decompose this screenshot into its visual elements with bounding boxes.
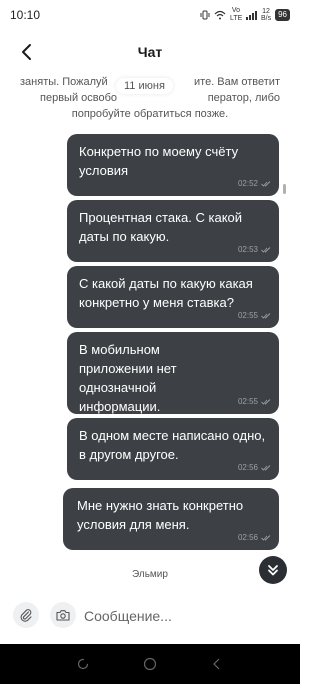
double-check-icon — [261, 246, 271, 253]
system-line-2: первый освобо — [40, 92, 118, 104]
date-divider: 11 июня — [116, 78, 173, 94]
back-button[interactable] — [14, 40, 38, 64]
battery-icon: 96 — [275, 9, 290, 21]
nav-recents-button[interactable] — [207, 654, 227, 674]
message-meta: 02:56 — [238, 458, 271, 477]
message-meta: 02:56 — [238, 528, 271, 547]
double-check-icon — [261, 398, 271, 405]
message-bubble[interactable]: В мобильном приложении нет однозначной и… — [67, 332, 279, 414]
message-meta: 02:53 — [238, 240, 271, 259]
message-time: 02:55 — [237, 311, 258, 320]
message-time: 02:52 — [237, 179, 258, 188]
message-bubble[interactable]: Мне нужно знать конкретно условия для ме… — [63, 488, 279, 550]
wifi-icon — [214, 10, 226, 20]
app-header: Чат — [0, 30, 300, 74]
status-time: 10:10 — [10, 8, 41, 22]
message-bubble[interactable]: В одном месте написано одно, в другом др… — [67, 418, 279, 480]
camera-button[interactable] — [50, 602, 76, 628]
message-meta: 02:52 — [238, 174, 271, 193]
message-input[interactable] — [84, 602, 284, 630]
double-check-icon — [261, 312, 271, 319]
speed-value: 12 — [262, 8, 270, 15]
nav-back-button[interactable] — [73, 654, 93, 674]
nav-home-button[interactable] — [140, 654, 160, 674]
message-bubble[interactable]: С какой даты по какую какая конкретно у … — [67, 266, 279, 328]
scroll-to-bottom-button[interactable] — [259, 556, 287, 584]
vibrate-icon — [200, 10, 210, 20]
speed-unit: B/s — [260, 15, 272, 22]
nav-recents-icon — [212, 658, 220, 670]
system-line-2-end: ператор, либо — [207, 92, 280, 104]
message-time: 02:53 — [237, 245, 258, 254]
system-nav-bar — [0, 644, 300, 684]
sender-name: Эльмир — [132, 569, 168, 580]
message-bubble[interactable]: Процентная стака. С какой даты по какую.… — [67, 200, 279, 262]
camera-icon — [56, 610, 70, 621]
message-input-bar — [0, 596, 300, 636]
signal-icon — [245, 10, 257, 20]
system-line-1: заняты. Пожалуй — [20, 76, 108, 88]
message-time: 02:55 — [237, 397, 258, 406]
message-time: 02:56 — [237, 463, 258, 472]
system-line-3: попробуйте обратиться позже. — [71, 108, 229, 120]
scrollbar-thumb[interactable] — [283, 184, 286, 194]
network-label: Vo LTE — [229, 7, 243, 22]
system-line-1-end: ите. Вам ответит — [194, 76, 280, 88]
message-meta: 02:55 — [238, 306, 271, 325]
nav-back-icon — [78, 658, 89, 670]
status-icons: Vo LTE 12 B/s 96 — [200, 7, 290, 23]
page-title: Чат — [137, 44, 163, 60]
message-text: В мобильном приложении нет однозначной и… — [79, 342, 177, 414]
status-bar: 10:10 Vo LTE 12 B/s 96 — [0, 0, 300, 30]
chevron-left-icon — [22, 44, 31, 60]
nav-home-icon — [143, 657, 157, 671]
double-check-icon — [261, 180, 271, 187]
message-time: 02:56 — [237, 533, 258, 542]
paperclip-icon — [20, 609, 32, 622]
double-chevron-down-icon — [268, 565, 278, 576]
message-meta: 02:55 — [238, 392, 271, 411]
double-check-icon — [261, 464, 271, 471]
network-speed: 12 B/s — [261, 8, 271, 22]
double-check-icon — [261, 534, 271, 541]
message-bubble[interactable]: Конкретно по моему счёту условия 02:52 — [67, 134, 279, 196]
chat-area[interactable]: заняты. Пожалуй ите. Вам ответит первый … — [0, 74, 300, 589]
attach-button[interactable] — [13, 602, 39, 628]
